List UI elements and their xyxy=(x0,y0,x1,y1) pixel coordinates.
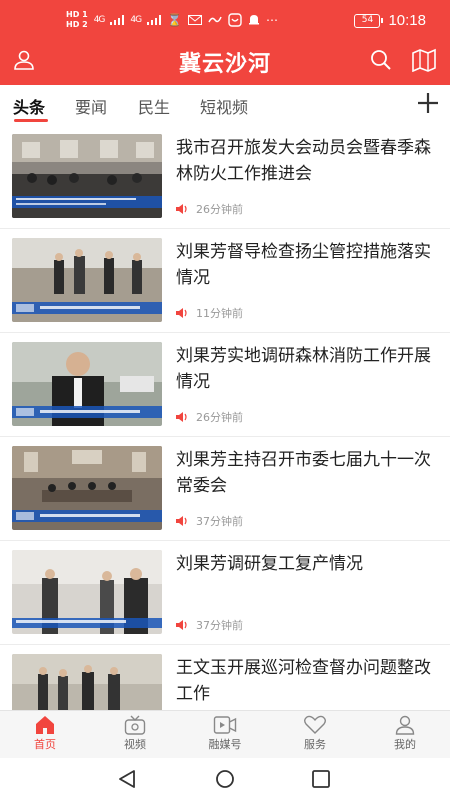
news-time: 11分钟前 xyxy=(196,307,243,320)
hourglass-icon: ⌛ xyxy=(167,13,183,27)
nav-label: 我的 xyxy=(394,738,416,751)
news-item[interactable]: 王文玉开展巡河检查督办问题整改工作 xyxy=(0,645,450,710)
news-thumbnail xyxy=(12,654,162,710)
speaker-icon[interactable] xyxy=(176,620,188,630)
app-notification-icon xyxy=(208,16,222,23)
news-item[interactable]: 刘果芳督导检查扬尘管控措施落实情况 11分钟前 xyxy=(0,229,450,333)
news-item[interactable]: 刘果芳主持召开市委七届九十一次常委会 37分钟前 xyxy=(0,437,450,541)
map-icon[interactable] xyxy=(411,48,437,72)
status-bar: HD 1 HD 2 4G 4G ⌛ ⋯ 54 10:18 xyxy=(0,0,450,40)
news-item[interactable]: 我市召开旅发大会动员会暨春季森林防火工作推进会 26分钟前 xyxy=(0,125,450,229)
speaker-icon[interactable] xyxy=(176,204,188,214)
nav-mine[interactable]: 我的 xyxy=(370,715,440,752)
news-thumbnail xyxy=(12,446,162,530)
user-icon xyxy=(395,715,415,735)
news-title: 我市召开旅发大会动员会暨春季森林防火工作推进会 xyxy=(176,138,431,184)
news-title: 刘果芳主持召开市委七届九十一次常委会 xyxy=(176,450,431,496)
tab-livelihood[interactable]: 民生 xyxy=(138,94,170,118)
nav-service[interactable]: 服务 xyxy=(280,715,350,752)
category-tabs: 头条 要闻 民生 短视频 xyxy=(0,85,450,125)
wechat-icon xyxy=(228,13,242,27)
news-meta: 37分钟前 xyxy=(176,513,243,529)
news-time: 26分钟前 xyxy=(196,203,243,216)
news-title: 刘果芳督导检查扬尘管控措施落实情况 xyxy=(176,242,431,288)
heart-icon xyxy=(304,715,326,734)
search-icon[interactable] xyxy=(369,48,393,72)
add-channel-icon[interactable] xyxy=(416,91,440,115)
nav-label: 服务 xyxy=(304,738,326,751)
top-header: HD 1 HD 2 4G 4G ⌛ ⋯ 54 10:18 冀云沙河 xyxy=(0,0,450,85)
signal-bars-icon xyxy=(147,15,162,25)
nav-home[interactable]: 首页 xyxy=(10,715,80,752)
nav-label: 视频 xyxy=(124,738,146,751)
clock: 10:18 xyxy=(388,12,426,29)
hd-top: HD 1 xyxy=(66,10,88,19)
nav-label: 首页 xyxy=(34,738,56,751)
home-icon xyxy=(36,716,54,734)
nav-label: 融媒号 xyxy=(208,738,242,751)
news-list: 我市召开旅发大会动员会暨春季森林防火工作推进会 26分钟前 刘果芳督导检查扬尘管… xyxy=(0,125,450,710)
news-thumbnail xyxy=(12,342,162,426)
nav-video[interactable]: 视频 xyxy=(100,715,170,752)
speaker-icon[interactable] xyxy=(176,516,188,526)
news-title: 王文玉开展巡河检查督办问题整改工作 xyxy=(176,658,431,704)
tab-active-indicator xyxy=(14,119,48,122)
news-thumbnail xyxy=(12,134,162,218)
news-item[interactable]: 刘果芳调研复工复产情况 37分钟前 xyxy=(0,541,450,645)
system-nav-bar xyxy=(0,758,450,800)
mail-icon xyxy=(188,15,203,25)
battery-icon: 54 xyxy=(354,13,384,28)
bottom-nav: 首页 视频 融媒号 服务 我的 xyxy=(0,710,450,758)
news-thumbnail xyxy=(12,550,162,634)
hd-bottom: HD 2 xyxy=(66,20,88,29)
bell-icon xyxy=(249,15,260,25)
news-time: 37分钟前 xyxy=(196,619,243,632)
tv-icon xyxy=(124,715,146,735)
news-title: 刘果芳调研复工复产情况 xyxy=(176,554,363,574)
news-thumbnail xyxy=(12,238,162,322)
news-meta: 11分钟前 xyxy=(176,305,243,321)
status-right: 54 10:18 xyxy=(354,12,426,29)
news-meta: 26分钟前 xyxy=(176,409,243,425)
news-time: 37分钟前 xyxy=(196,515,243,528)
news-item[interactable]: 刘果芳实地调研森林消防工作开展情况 26分钟前 xyxy=(0,333,450,437)
more-icon: ⋯ xyxy=(266,13,279,27)
speaker-icon[interactable] xyxy=(176,412,188,422)
app-bar: 冀云沙河 xyxy=(0,40,450,85)
news-title: 刘果芳实地调研森林消防工作开展情况 xyxy=(176,346,431,392)
signal-2: 4G xyxy=(130,15,142,25)
home-button-icon[interactable] xyxy=(214,769,236,789)
news-time: 26分钟前 xyxy=(196,411,243,424)
video-play-icon xyxy=(213,716,237,734)
tab-news[interactable]: 要闻 xyxy=(75,94,107,118)
status-left: HD 1 HD 2 4G 4G ⌛ ⋯ xyxy=(66,10,278,30)
tab-short-video[interactable]: 短视频 xyxy=(200,94,248,118)
nav-media[interactable]: 融媒号 xyxy=(190,715,260,752)
speaker-icon[interactable] xyxy=(176,308,188,318)
back-icon[interactable] xyxy=(116,769,138,789)
tab-headlines[interactable]: 头条 xyxy=(13,94,45,118)
news-meta: 26分钟前 xyxy=(176,201,243,217)
recents-icon[interactable] xyxy=(310,769,332,789)
signal-1: 4G xyxy=(93,15,106,25)
hd-indicator: HD 1 HD 2 xyxy=(66,10,88,30)
news-meta: 37分钟前 xyxy=(176,617,243,633)
signal-bars-icon xyxy=(110,15,125,25)
